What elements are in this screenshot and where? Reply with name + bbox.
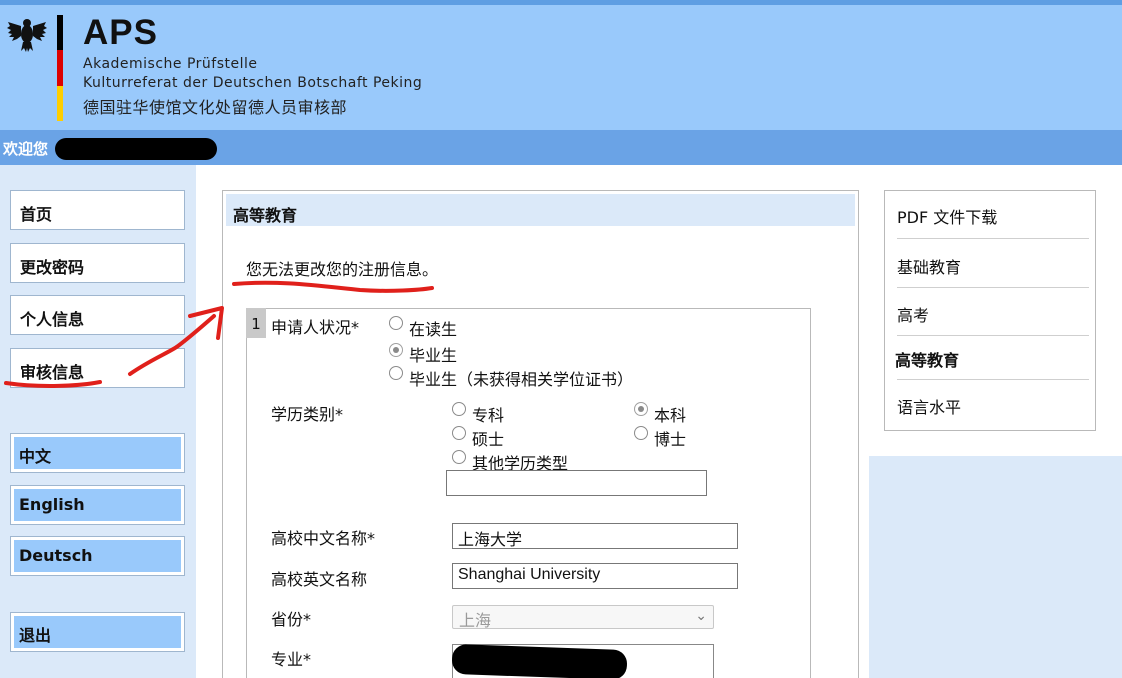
uni-en-label: 高校英文名称	[271, 570, 368, 589]
section-title: 高等教育	[226, 194, 855, 226]
right-nav-language-level[interactable]: 语言水平	[897, 394, 961, 418]
brand-subtitle-de: Akademische Prüfstelle	[83, 56, 258, 72]
degree-radio-master[interactable]	[452, 426, 466, 440]
right-nav-divider	[897, 287, 1089, 288]
status-radio-student[interactable]	[389, 316, 403, 330]
status-option-graduate: 毕业生	[409, 346, 458, 365]
brand-subtitle-embassy: Kulturreferat der Deutschen Botschaft Pe…	[83, 75, 423, 91]
degree-option-master: 硕士	[472, 430, 505, 449]
degree-option-associate: 专科	[472, 406, 505, 425]
province-label: 省份*	[271, 610, 312, 629]
right-nav-divider	[897, 238, 1089, 239]
logout-label: 退出	[14, 616, 181, 648]
degree-radio-associate[interactable]	[452, 402, 466, 416]
redacted-major	[451, 643, 628, 678]
province-value: 上海	[459, 611, 492, 630]
province-select[interactable]: 上海 ⌄	[452, 605, 714, 630]
right-nav-higher-education[interactable]: 高等教育	[895, 347, 959, 371]
status-radio-graduate-no-degree[interactable]	[389, 366, 403, 380]
status-option-student: 在读生	[409, 320, 458, 339]
right-nav-gaokao[interactable]: 高考	[897, 302, 929, 326]
degree-option-bachelor: 本科	[654, 406, 687, 425]
major-label: 专业*	[271, 650, 312, 669]
degree-type-label: 学历类别*	[271, 405, 344, 424]
applicant-status-label: 申请人状况*	[271, 318, 360, 337]
left-sidebar	[0, 165, 196, 678]
german-flag-stripe	[57, 15, 63, 121]
right-nav-basic-education[interactable]: 基础教育	[897, 254, 961, 278]
brand-subtitle-cn: 德国驻华使馆文化处留德人员审核部	[83, 98, 348, 117]
status-radio-graduate[interactable]	[389, 343, 403, 357]
uni-cn-input[interactable]: 上海大学	[452, 523, 738, 549]
status-option-graduate-no-degree: 毕业生（未获得相关学位证书）	[409, 370, 634, 389]
uni-en-input[interactable]: Shanghai University	[452, 563, 738, 589]
other-degree-input[interactable]	[446, 470, 707, 496]
chevron-down-icon: ⌄	[695, 608, 707, 624]
degree-radio-other[interactable]	[452, 450, 466, 464]
right-nav-divider	[897, 335, 1089, 336]
federal-eagle-logo	[7, 19, 47, 52]
lang-english-label: English	[14, 489, 181, 521]
lang-chinese-button[interactable]: 中文	[10, 433, 185, 473]
right-column-lower-bg	[884, 456, 1122, 678]
nav-review-info[interactable]: 审核信息	[10, 348, 185, 388]
welcome-label: 欢迎您	[3, 140, 49, 158]
lang-chinese-label: 中文	[14, 437, 181, 469]
redacted-username	[55, 138, 217, 160]
nav-personal-info[interactable]: 个人信息	[10, 295, 185, 335]
degree-radio-bachelor[interactable]	[634, 402, 648, 416]
right-nav-divider	[897, 379, 1089, 380]
right-nav-pdf-download[interactable]: PDF 文件下载	[897, 204, 997, 228]
lang-english-button[interactable]: English	[10, 485, 185, 525]
step-number: 1	[246, 308, 266, 338]
logout-button[interactable]: 退出	[10, 612, 185, 652]
uni-cn-label: 高校中文名称*	[271, 529, 376, 548]
brand-title: APS	[83, 13, 158, 52]
notice-text: 您无法更改您的注册信息。	[246, 260, 439, 279]
degree-radio-doctor[interactable]	[634, 426, 648, 440]
lang-german-button[interactable]: Deutsch	[10, 536, 185, 576]
degree-option-doctor: 博士	[654, 430, 687, 449]
lang-german-label: Deutsch	[14, 540, 181, 572]
nav-home[interactable]: 首页	[10, 190, 185, 230]
nav-change-password[interactable]: 更改密码	[10, 243, 185, 283]
